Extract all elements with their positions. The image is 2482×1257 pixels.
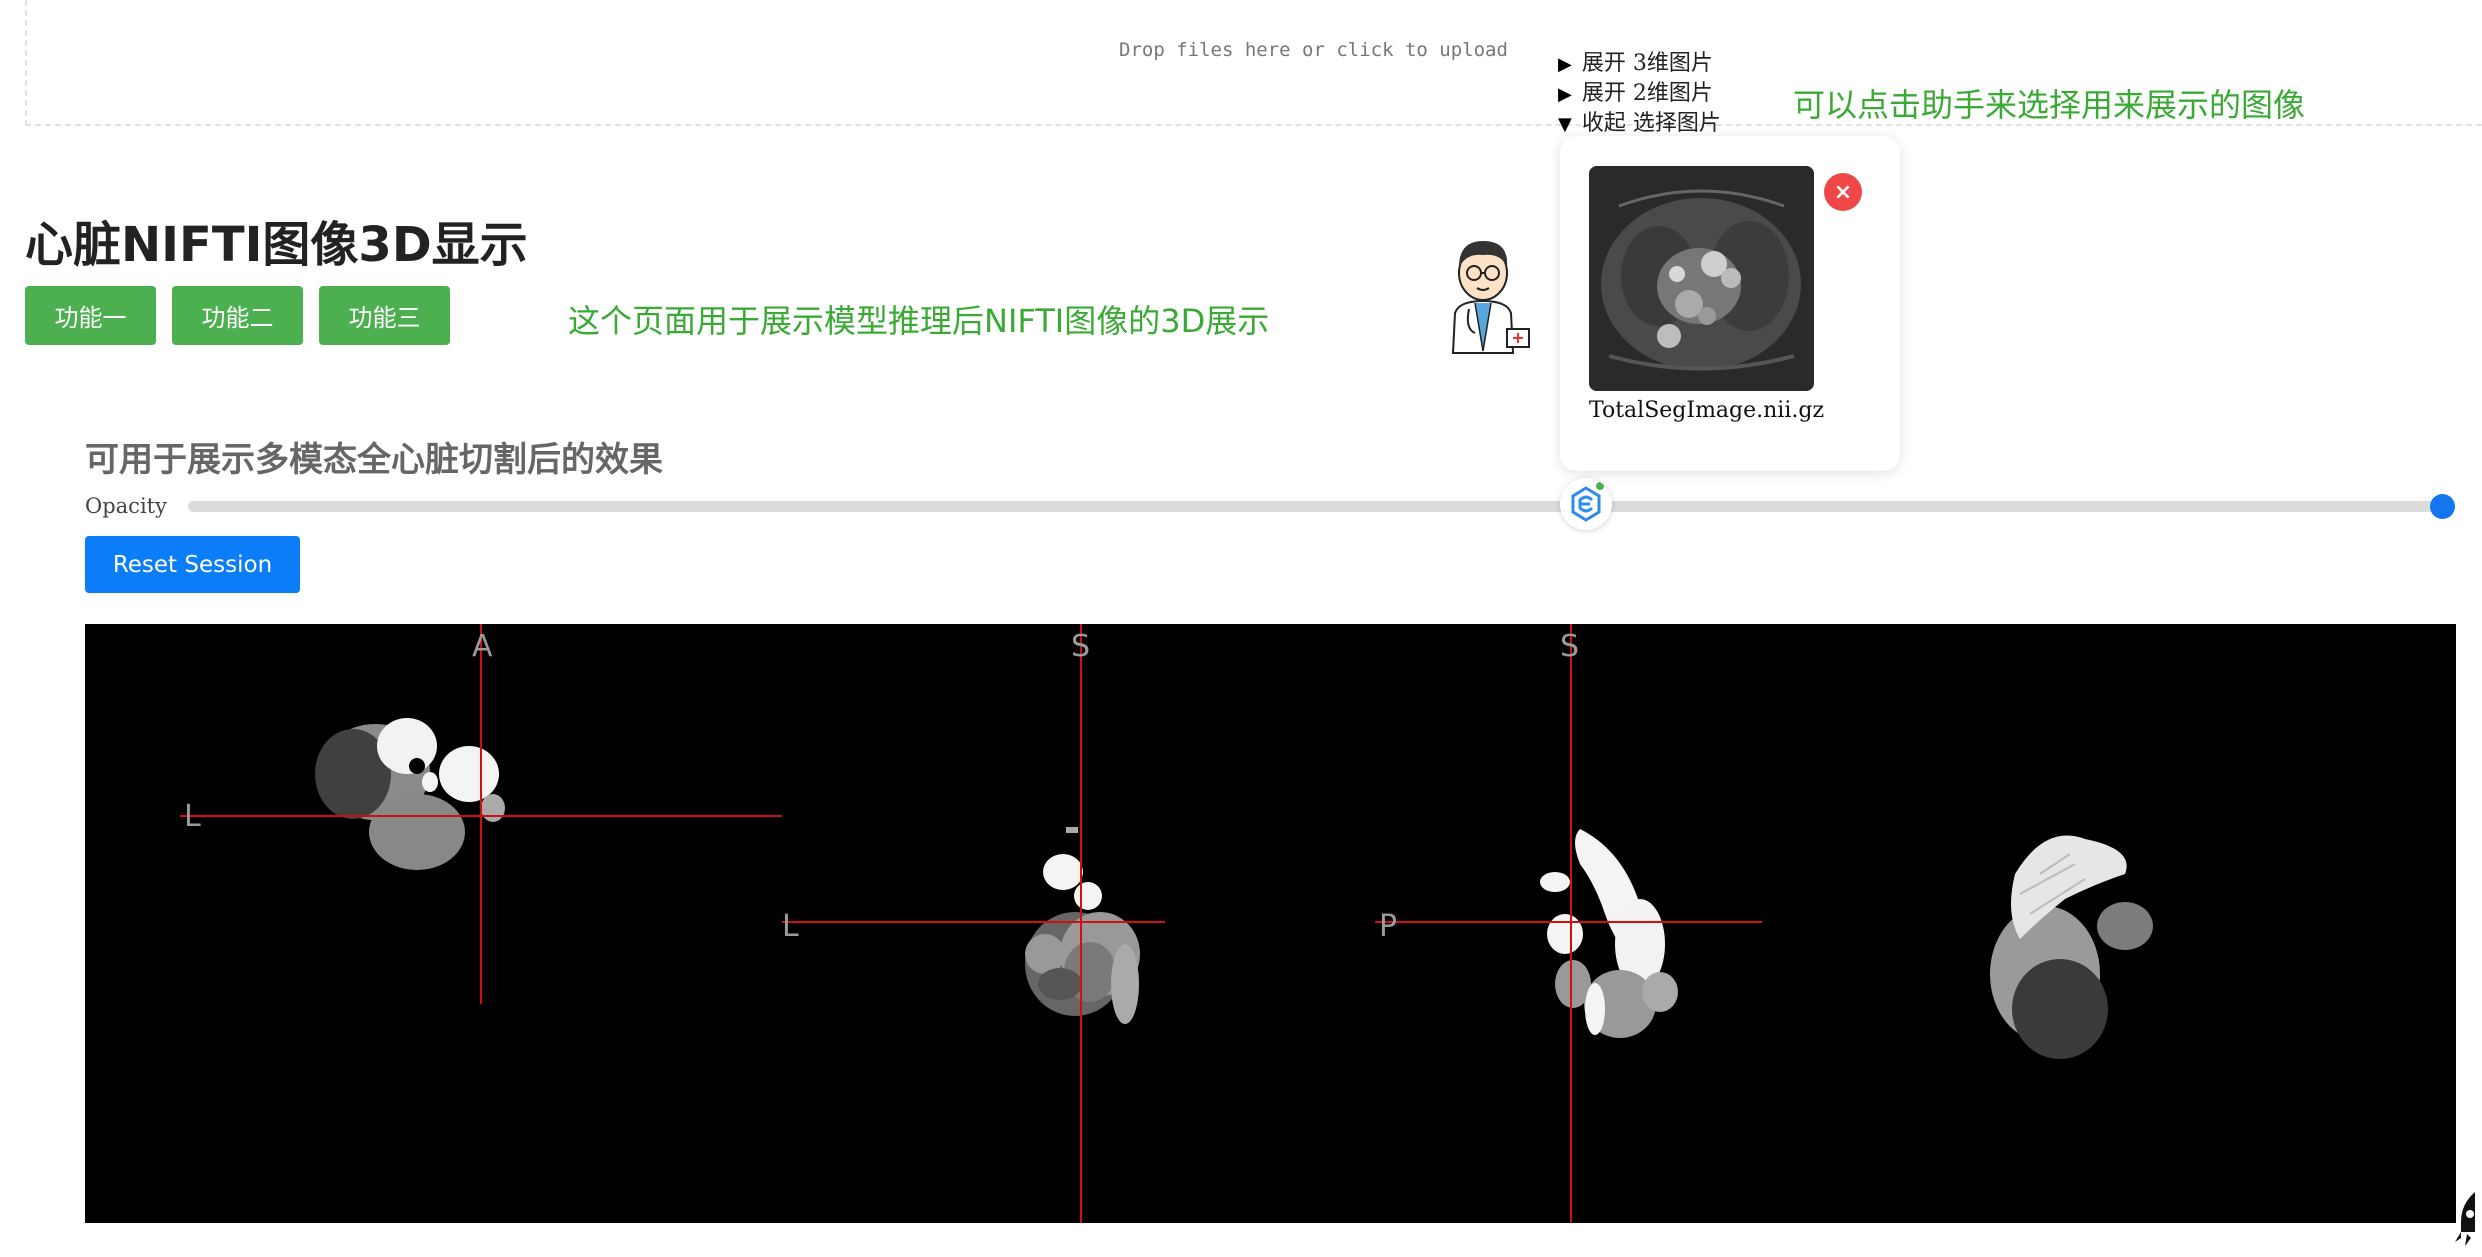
opacity-label: Opacity — [85, 494, 167, 518]
close-popup-button[interactable]: × — [1824, 173, 1862, 211]
coronal-left-label: L — [782, 909, 799, 944]
sagittal-top-label: S — [1560, 629, 1580, 664]
coronal-top-label: S — [1071, 629, 1091, 664]
expand-2d-images[interactable]: ▶ 展开 2维图片 — [1558, 79, 1721, 109]
sagittal-slice — [1540, 829, 1678, 1038]
ct-scan-thumbnail — [1589, 166, 1814, 391]
collapse-menu: ▶ 展开 3维图片 ▶ 展开 2维图片 ▼ 收起 选择图片 — [1558, 49, 1721, 139]
crosshairs — [180, 624, 1762, 1223]
upload-instructions: Drop files here or click to upload — [1119, 39, 1508, 61]
nifti-viewer-canvas[interactable]: A L S L S P — [85, 624, 2456, 1223]
caret-right-icon: ▶ — [1558, 54, 1572, 75]
caret-down-icon: ▼ — [1558, 114, 1572, 135]
opacity-slider[interactable] — [188, 501, 2443, 512]
expand-3d-label: 展开 3维图片 — [1581, 51, 1713, 76]
page-title: 心脏NIFTI图像3D显示 — [25, 217, 528, 273]
collapse-select-images[interactable]: ▼ 收起 选择图片 — [1558, 109, 1721, 139]
render-3d-view — [1990, 835, 2153, 1059]
function-one-button[interactable]: 功能一 — [25, 286, 156, 345]
assistant-cube-icon[interactable] — [1560, 478, 1612, 530]
image-select-popup: × TotalSegImage.nii.gz — [1560, 136, 1900, 471]
page-description-text: 这个页面用于展示模型推理后NIFTI图像的3D展示 — [568, 302, 1270, 340]
caret-right-icon: ▶ — [1558, 84, 1572, 105]
sagittal-left-label: P — [1379, 909, 1398, 944]
axial-slice — [315, 718, 505, 870]
axial-left-label: L — [184, 799, 201, 834]
viewer-slices — [180, 624, 2153, 1223]
doctor-assistant-icon[interactable] — [1445, 233, 1535, 358]
image-thumbnail[interactable] — [1589, 166, 1814, 391]
opacity-slider-handle[interactable] — [2430, 494, 2455, 519]
expand-2d-label: 展开 2维图片 — [1581, 81, 1713, 106]
collapse-select-label: 收起 选择图片 — [1581, 111, 1721, 136]
assistant-hint-text: 可以点击助手来选择用来展示的图像 — [1793, 86, 2306, 124]
section-subtitle: 可用于展示多模态全心脏切割后的效果 — [85, 440, 663, 480]
function-three-button[interactable]: 功能三 — [319, 286, 450, 345]
reset-session-button[interactable]: Reset Session — [85, 536, 300, 593]
axial-top-label: A — [472, 629, 493, 664]
image-filename-label: TotalSegImage.nii.gz — [1589, 398, 1825, 423]
expand-3d-images[interactable]: ▶ 展开 3维图片 — [1558, 49, 1721, 79]
function-two-button[interactable]: 功能二 — [172, 286, 303, 345]
coronal-slice — [1025, 827, 1140, 1024]
rocket-icon[interactable] — [2455, 1188, 2482, 1248]
page: Drop files here or click to upload ▶ 展开 3… — [0, 0, 2482, 1257]
